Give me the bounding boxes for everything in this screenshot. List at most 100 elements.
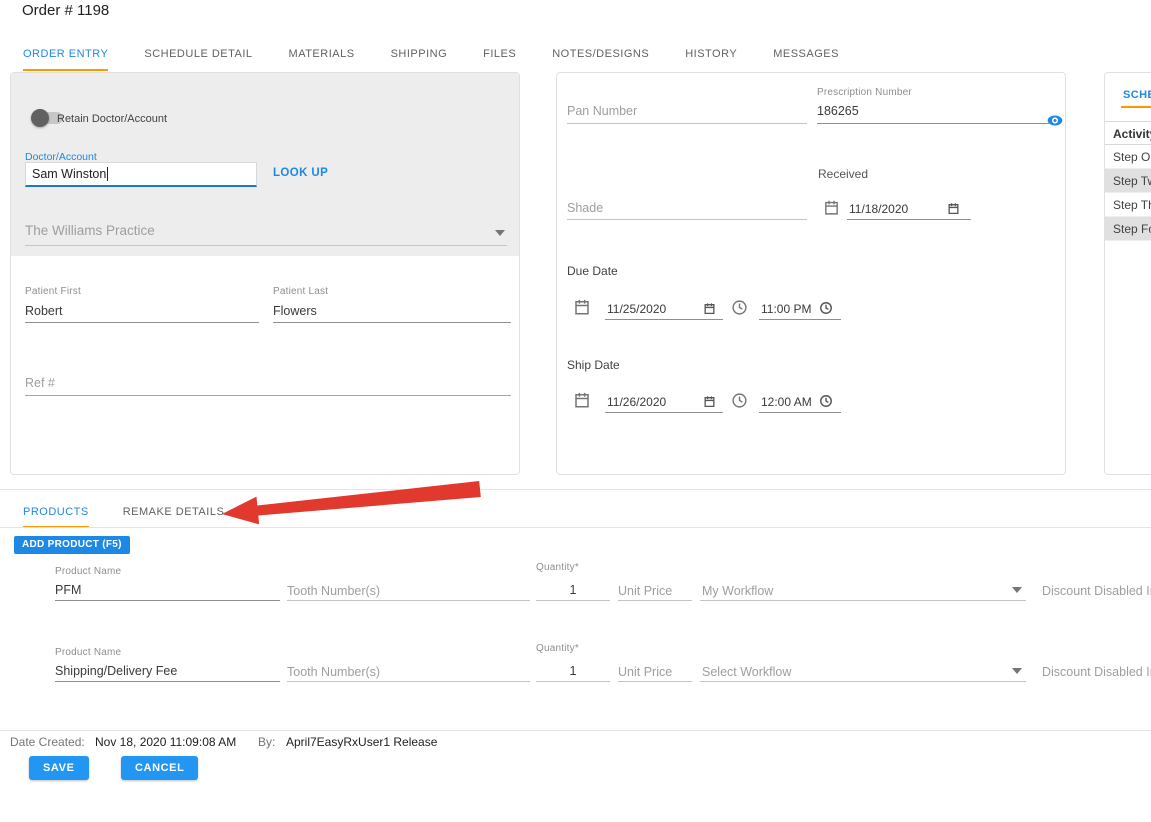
due-date-underline xyxy=(605,319,723,320)
doctor-account-card: Retain Doctor/Account Doctor/Account Sam… xyxy=(10,72,520,475)
order-entry-page: Order # 1198 ORDER ENTRY SCHEDULE DETAIL… xyxy=(0,0,1151,822)
unit-price-underline xyxy=(618,600,692,601)
prescription-number-input[interactable]: 186265 xyxy=(817,104,859,118)
workflow-select[interactable]: Select Workflow xyxy=(702,665,791,679)
pan-underline xyxy=(567,123,807,124)
calendar-icon xyxy=(575,392,589,408)
ref-underline xyxy=(25,395,511,396)
ship-date-input[interactable]: 11/26/2020 xyxy=(607,395,666,409)
clock-icon xyxy=(732,393,747,408)
shade-input[interactable]: Shade xyxy=(567,201,603,215)
patient-last-underline xyxy=(273,322,511,323)
due-time-underline xyxy=(759,319,841,320)
shade-underline xyxy=(567,219,807,220)
chevron-down-icon[interactable] xyxy=(495,230,505,236)
main-tabbar: ORDER ENTRY SCHEDULE DETAIL MATERIALS SH… xyxy=(23,36,875,71)
workflow-select[interactable]: My Workflow xyxy=(702,584,773,598)
product-name-underline xyxy=(55,681,280,682)
page-title: Order # 1198 xyxy=(22,2,110,19)
schedule-step-row[interactable]: Step Th xyxy=(1105,193,1151,217)
ship-time-input[interactable]: 12:00 AM xyxy=(761,395,812,409)
tab-history[interactable]: HISTORY xyxy=(685,36,737,71)
product-name-label: Product Name xyxy=(55,647,122,658)
lookup-button[interactable]: LOOK UP xyxy=(273,167,328,179)
ref-number-input[interactable]: Ref # xyxy=(25,376,55,390)
product-name-underline xyxy=(55,600,280,601)
add-product-button[interactable]: ADD PRODUCT (F5) xyxy=(14,536,130,554)
chevron-down-icon[interactable] xyxy=(1012,668,1022,674)
tab-messages[interactable]: MESSAGES xyxy=(773,36,839,71)
workflow-underline xyxy=(700,600,1026,601)
subtab-divider xyxy=(0,527,1151,528)
date-picker-icon[interactable] xyxy=(703,395,716,408)
tab-files[interactable]: FILES xyxy=(483,36,516,71)
practice-select[interactable]: The Williams Practice xyxy=(25,221,507,247)
tab-shipping[interactable]: SHIPPING xyxy=(391,36,448,71)
date-picker-icon[interactable] xyxy=(947,202,960,215)
tab-materials[interactable]: MATERIALS xyxy=(289,36,355,71)
product-name-input[interactable]: PFM xyxy=(55,583,81,597)
unit-price-underline xyxy=(618,681,692,682)
tooth-numbers-input[interactable]: Tooth Number(s) xyxy=(287,665,380,679)
quantity-label: Quantity* xyxy=(536,643,579,654)
tab-products[interactable]: PRODUCTS xyxy=(23,498,89,528)
product-name-input[interactable]: Shipping/Delivery Fee xyxy=(55,664,177,678)
schedule-card: SCHE Activity Step O Step Tw Step Th Ste… xyxy=(1104,72,1151,475)
date-created-value: Nov 18, 2020 11:09:08 AM xyxy=(95,735,237,749)
time-picker-icon[interactable] xyxy=(819,394,833,408)
practice-select-value: The Williams Practice xyxy=(25,223,155,238)
chevron-down-icon[interactable] xyxy=(1012,587,1022,593)
tab-order-entry[interactable]: ORDER ENTRY xyxy=(23,36,109,71)
footer-divider xyxy=(0,730,1151,731)
prescription-underline xyxy=(817,123,1049,124)
due-time-input[interactable]: 11:00 PM xyxy=(761,302,811,316)
due-date-input[interactable]: 11/25/2020 xyxy=(607,302,666,316)
discount-status-text: Discount Disabled In xyxy=(1042,584,1151,598)
schedule-step-row[interactable]: Step O xyxy=(1105,145,1151,169)
cancel-button[interactable]: CANCEL xyxy=(121,756,199,780)
created-by-label: By: xyxy=(258,735,276,749)
pan-number-input[interactable]: Pan Number xyxy=(567,104,637,118)
patient-first-label: Patient First xyxy=(25,286,81,297)
tab-schedule[interactable]: SCHE xyxy=(1123,89,1151,101)
ship-date-underline xyxy=(605,412,723,413)
patient-last-input[interactable]: Flowers xyxy=(273,304,317,318)
quantity-underline xyxy=(536,600,610,601)
date-picker-icon[interactable] xyxy=(703,302,716,315)
save-button[interactable]: SAVE xyxy=(29,756,89,780)
unit-price-input[interactable]: Unit Price xyxy=(618,665,672,679)
ship-time-underline xyxy=(759,412,841,413)
calendar-icon xyxy=(575,299,589,315)
quantity-input[interactable]: 1 xyxy=(536,664,610,678)
due-date-label: Due Date xyxy=(567,264,618,278)
patient-first-input[interactable]: Robert xyxy=(25,304,63,318)
retain-toggle-label: Retain Doctor/Account xyxy=(57,113,168,125)
tooth-numbers-input[interactable]: Tooth Number(s) xyxy=(287,584,380,598)
toggle-knob xyxy=(31,109,49,127)
doctor-account-value: Sam Winston xyxy=(32,167,107,181)
tab-notes-designs[interactable]: NOTES/DESIGNS xyxy=(552,36,649,71)
prescription-number-label: Prescription Number xyxy=(817,87,912,98)
activity-header: Activity xyxy=(1105,121,1151,145)
schedule-step-row[interactable]: Step Fo xyxy=(1105,217,1151,241)
workflow-underline xyxy=(700,681,1026,682)
unit-price-input[interactable]: Unit Price xyxy=(618,584,672,598)
tab-schedule-detail[interactable]: SCHEDULE DETAIL xyxy=(144,36,252,71)
quantity-input[interactable]: 1 xyxy=(536,583,610,597)
practice-underline xyxy=(25,245,507,246)
patient-last-label: Patient Last xyxy=(273,286,329,297)
received-date-input[interactable]: 11/18/2020 xyxy=(849,202,908,216)
schedule-step-row[interactable]: Step Tw xyxy=(1105,169,1151,193)
received-underline xyxy=(847,219,971,220)
order-details-card: Pan Number Prescription Number 186265 Sh… xyxy=(556,72,1066,475)
calendar-icon xyxy=(825,200,838,215)
eye-icon[interactable] xyxy=(1047,115,1063,126)
quantity-underline xyxy=(536,681,610,682)
ship-date-label: Ship Date xyxy=(567,358,620,372)
annotation-arrow xyxy=(222,481,481,525)
created-by-value: April7EasyRxUser1 Release xyxy=(286,735,438,749)
time-picker-icon[interactable] xyxy=(819,301,833,315)
tooth-numbers-underline xyxy=(287,600,530,601)
product-name-label: Product Name xyxy=(55,566,122,577)
doctor-account-input[interactable]: Sam Winston xyxy=(25,162,257,187)
